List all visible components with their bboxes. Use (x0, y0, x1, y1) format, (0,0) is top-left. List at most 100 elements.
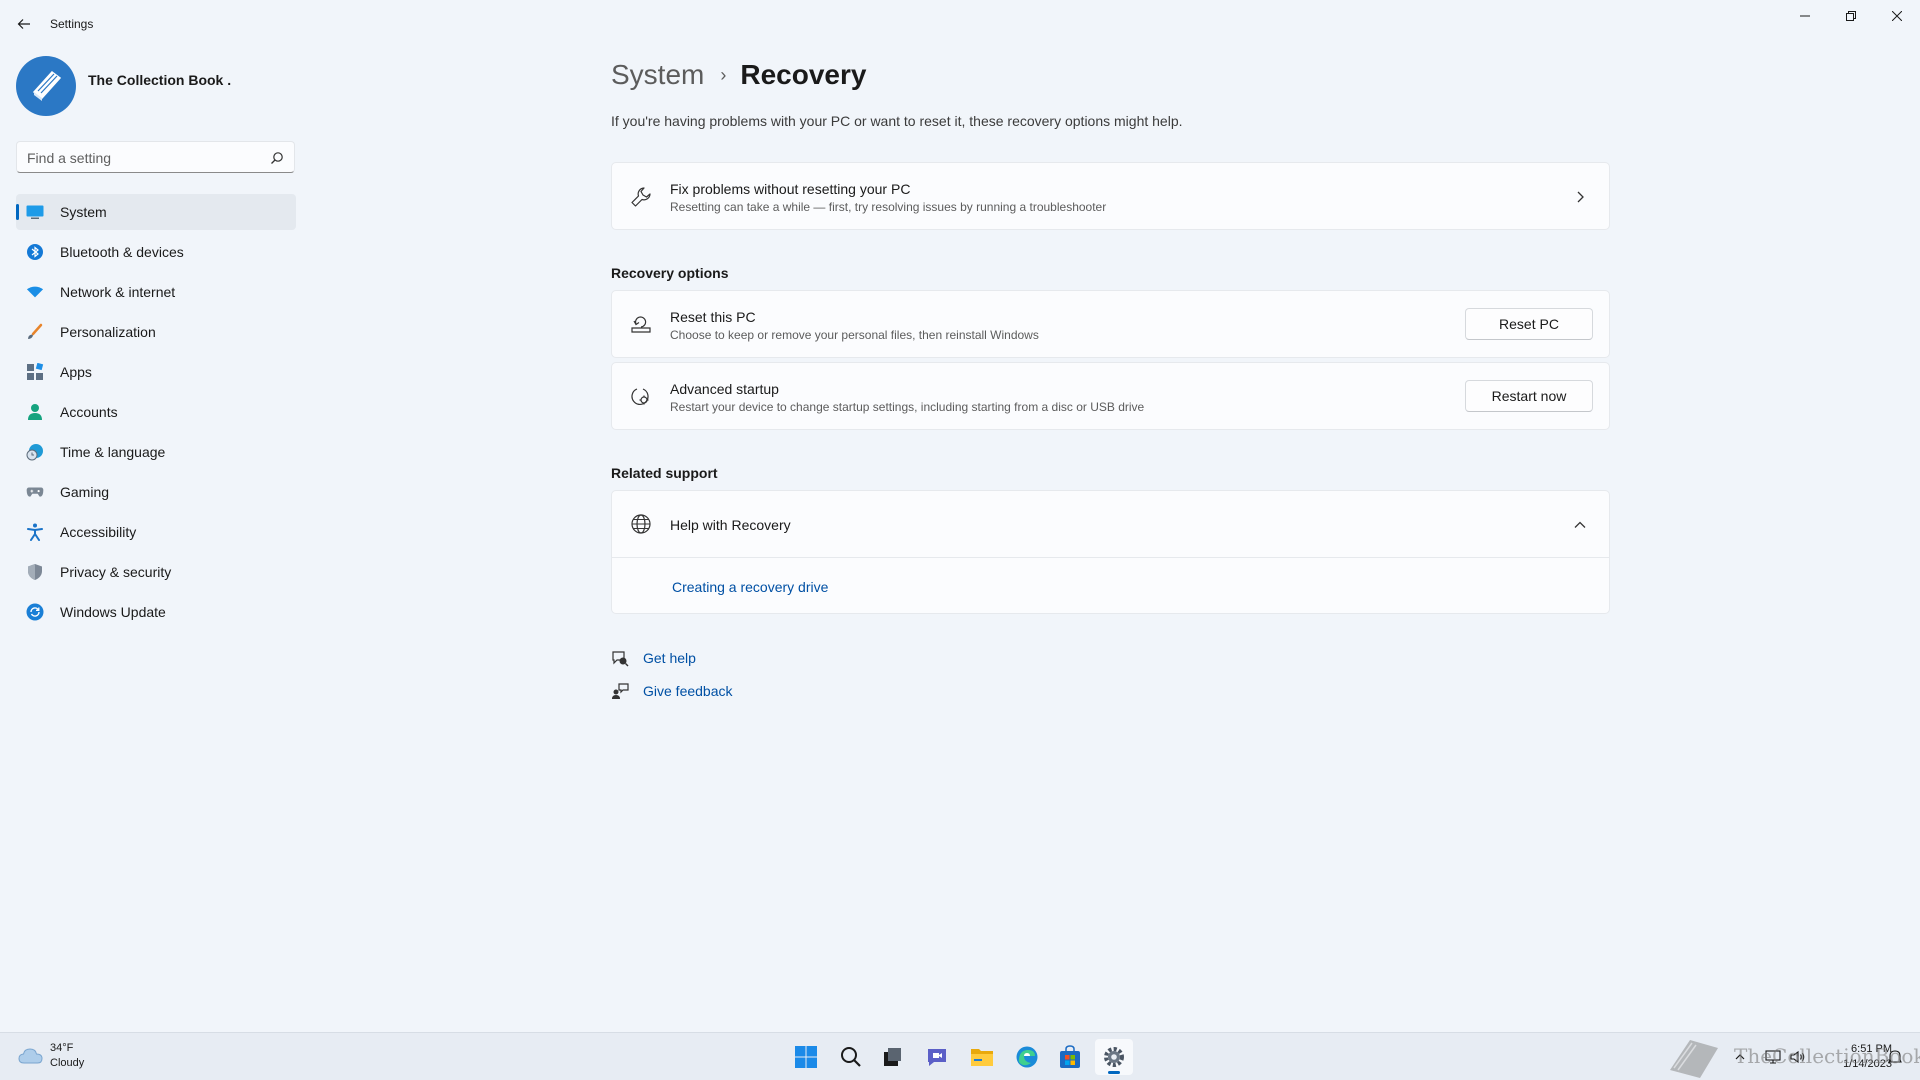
shield-icon (26, 563, 44, 581)
search-input[interactable] (27, 148, 267, 168)
cloud-icon[interactable] (18, 1045, 44, 1067)
sidebar-item-label: Bluetooth & devices (60, 244, 184, 260)
reset-pc-button[interactable]: Reset PC (1465, 308, 1593, 340)
help-recovery-header[interactable]: Help with Recovery (612, 491, 1609, 558)
sidebar-item-bluetooth[interactable]: Bluetooth & devices (16, 234, 296, 270)
advanced-startup-icon (630, 386, 652, 408)
get-help-row[interactable]: Get help (611, 647, 696, 669)
arrow-left-icon (17, 19, 30, 29)
task-view-button[interactable] (873, 1039, 911, 1075)
avatar[interactable] (16, 56, 76, 116)
title-bar: Settings (0, 0, 1920, 48)
breadcrumb-separator: › (720, 64, 727, 85)
close-icon (1892, 11, 1902, 21)
person-icon (26, 403, 44, 421)
card-title: Fix problems without resetting your PC (670, 181, 911, 197)
file-explorer-button[interactable] (963, 1039, 1001, 1075)
breadcrumb-parent[interactable]: System (611, 59, 704, 91)
store-icon (1060, 1045, 1080, 1068)
search-field[interactable] (16, 141, 295, 173)
page-title: Recovery (740, 59, 867, 90)
app-title: Settings (50, 17, 94, 31)
card-description: Choose to keep or remove your personal f… (670, 328, 1039, 342)
minimize-button[interactable] (1782, 0, 1828, 32)
edge-icon (1016, 1046, 1038, 1068)
start-button[interactable] (787, 1039, 825, 1075)
card-title: Advanced startup (670, 381, 779, 397)
restart-now-button[interactable]: Restart now (1465, 380, 1593, 412)
edge-button[interactable] (1008, 1039, 1046, 1075)
card-title: Reset this PC (670, 309, 756, 325)
recovery-drive-link[interactable]: Creating a recovery drive (672, 579, 828, 595)
sidebar-item-apps[interactable]: Apps (16, 354, 296, 390)
apps-icon (26, 363, 44, 381)
globe-icon (630, 513, 652, 535)
restore-button[interactable] (1828, 0, 1874, 32)
get-help-icon (611, 649, 629, 667)
accessibility-icon (26, 523, 44, 541)
give-feedback-link[interactable]: Give feedback (643, 683, 733, 699)
chat-icon (928, 1049, 946, 1066)
profile-name[interactable]: The Collection Book . (88, 72, 231, 88)
card-title: Help with Recovery (670, 517, 791, 533)
settings-taskbar-button[interactable] (1095, 1039, 1133, 1075)
task-view-icon (884, 1048, 901, 1066)
fix-problems-card[interactable]: Fix problems without resetting your PC R… (611, 162, 1610, 230)
reset-pc-card: Reset this PC Choose to keep or remove y… (611, 290, 1610, 358)
sidebar-item-label: Accessibility (60, 524, 137, 540)
store-button[interactable] (1051, 1039, 1089, 1075)
sidebar-item-time-language[interactable]: Time & language (16, 434, 296, 470)
weather-description[interactable]: Cloudy (50, 1057, 84, 1069)
feedback-icon (611, 682, 629, 700)
sidebar-item-system[interactable]: System (16, 194, 296, 230)
sidebar-item-label: Apps (60, 364, 92, 380)
sidebar-item-gaming[interactable]: Gaming (16, 474, 296, 510)
sidebar-item-label: Network & internet (60, 284, 176, 300)
page-description: If you're having problems with your PC o… (611, 113, 1183, 129)
system-icon (26, 203, 44, 221)
wifi-icon (26, 283, 44, 301)
sidebar-item-label: Gaming (60, 484, 110, 500)
recovery-options-heading: Recovery options (611, 265, 729, 281)
sidebar-item-label: Privacy & security (60, 564, 172, 580)
update-icon (26, 603, 44, 621)
search-icon (271, 152, 283, 164)
wrench-icon (630, 186, 652, 208)
book-logo-icon (32, 70, 62, 101)
sidebar-item-network[interactable]: Network & internet (16, 274, 296, 310)
gamepad-icon (26, 483, 44, 501)
sidebar-item-privacy[interactable]: Privacy & security (16, 554, 296, 590)
start-icon (795, 1046, 817, 1068)
get-help-link[interactable]: Get help (643, 650, 696, 666)
sidebar-item-label: Accounts (60, 404, 118, 420)
sidebar-item-accessibility[interactable]: Accessibility (16, 514, 296, 550)
search-icon (841, 1047, 861, 1067)
file-explorer-icon (971, 1049, 993, 1066)
sidebar-item-label: Windows Update (60, 604, 166, 620)
related-support-heading: Related support (611, 465, 718, 481)
sidebar-item-accounts[interactable]: Accounts (16, 394, 296, 430)
advanced-startup-card: Advanced startup Restart your device to … (611, 362, 1610, 430)
sidebar-nav: System Bluetooth & devices Network & int… (16, 194, 296, 634)
restore-icon (1846, 11, 1856, 21)
card-description: Resetting can take a while — first, try … (670, 200, 1107, 214)
sidebar-item-label: System (60, 204, 107, 220)
help-recovery-expander: Help with Recovery Creating a recovery d… (611, 490, 1610, 614)
close-button[interactable] (1874, 0, 1920, 32)
settings-icon (1104, 1047, 1124, 1067)
chat-button[interactable] (918, 1039, 956, 1075)
card-description: Restart your device to change startup se… (670, 400, 1145, 414)
reset-pc-icon (630, 314, 652, 336)
chevron-right-icon (1577, 191, 1584, 203)
settings-window: Settings The Collection Book . System (0, 0, 1920, 1032)
back-button[interactable] (12, 12, 36, 36)
minimize-icon (1800, 15, 1810, 17)
sidebar-item-personalization[interactable]: Personalization (16, 314, 296, 350)
sidebar-item-windows-update[interactable]: Windows Update (16, 594, 296, 630)
taskbar-search-button[interactable] (832, 1039, 870, 1075)
weather-temperature[interactable]: 34°F (50, 1042, 73, 1054)
give-feedback-row[interactable]: Give feedback (611, 680, 733, 702)
sidebar-item-label: Personalization (60, 324, 156, 340)
globe-clock-icon (26, 443, 44, 461)
chevron-up-icon (1574, 521, 1586, 528)
